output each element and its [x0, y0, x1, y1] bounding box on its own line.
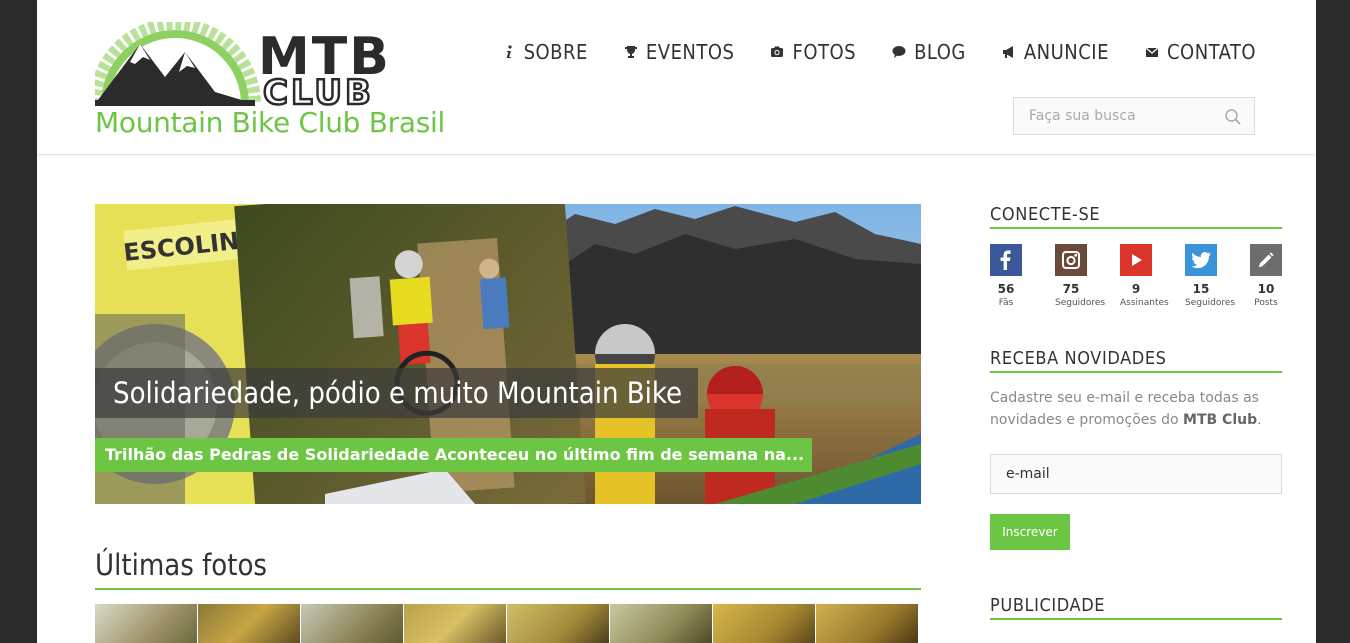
search-input[interactable] — [1014, 98, 1229, 134]
email-field[interactable] — [991, 455, 1266, 493]
photo-thumb[interactable] — [816, 604, 919, 643]
gear-mountain-icon — [95, 22, 261, 106]
camera-icon — [771, 46, 784, 57]
newsletter-text-post: . — [1257, 412, 1262, 428]
posts-label: Posts — [1254, 298, 1278, 308]
instagram-count: 75 — [1062, 282, 1080, 296]
photo-thumb[interactable] — [95, 604, 198, 643]
latest-photos-title: Últimas fotos — [95, 542, 921, 590]
email-field-box — [990, 454, 1282, 494]
subscribe-button[interactable]: Inscrever — [990, 514, 1070, 550]
photo-thumb[interactable] — [198, 604, 301, 643]
hero-subtitle[interactable]: Trilhão das Pedras de Solidariedade Acon… — [95, 438, 813, 472]
connect-title: CONECTE-SE — [990, 200, 1282, 229]
pencil-icon[interactable] — [1250, 244, 1282, 276]
photo-thumb[interactable] — [713, 604, 816, 643]
site-header: MTB CLUB Mountain Bike Club Brasil SOBRE… — [37, 0, 1316, 155]
youtube-icon[interactable] — [1120, 244, 1152, 276]
nav-item-sobre[interactable]: SOBRE — [502, 40, 588, 64]
newsletter-title: RECEBA NOVIDADES — [990, 344, 1282, 373]
speech-bubble-icon — [892, 46, 906, 58]
trophy-icon — [624, 46, 637, 58]
youtube-count: 9 — [1131, 282, 1141, 296]
hero-title[interactable]: Solidariedade, pódio e muito Mountain Bi… — [95, 368, 699, 418]
twitter-count: 15 — [1192, 282, 1210, 296]
photo-thumb[interactable] — [507, 604, 610, 643]
envelope-icon — [1145, 47, 1159, 57]
nav-item-contato[interactable]: CONTATO — [1145, 40, 1256, 64]
hero-slider[interactable]: ESCOLINHA Solidariedade, pódio e muito M… — [95, 204, 921, 504]
ads-title: PUBLICIDADE — [990, 591, 1282, 620]
nav-item-blog[interactable]: BLOG — [892, 40, 966, 64]
twitter-icon[interactable] — [1185, 244, 1217, 276]
search-icon[interactable] — [1224, 108, 1242, 126]
photo-gallery — [95, 604, 921, 643]
photo-thumb[interactable] — [301, 604, 404, 643]
facebook-label: Fãs — [998, 298, 1014, 308]
youtube-label: Assinantes — [1120, 298, 1169, 308]
nav-item-eventos[interactable]: EVENTOS — [624, 40, 735, 64]
social-counters: 56 Fãs 75 Seguidores 9 Assinantes 15 Seg… — [990, 244, 1315, 308]
info-icon — [506, 45, 512, 58]
facebook-count: 56 — [997, 282, 1015, 296]
newsletter-brand: MTB Club — [1183, 412, 1258, 428]
main-nav: SOBRE EVENTOS FOTOS BLOG ANUNCIE CONTATO — [466, 40, 1256, 64]
social-posts[interactable]: 10 Posts — [1250, 244, 1315, 308]
newsletter-description: Cadastre seu e-mail e receba todas as no… — [990, 387, 1282, 431]
nav-label: CONTATO — [1166, 40, 1256, 64]
twitter-label: Seguidores — [1185, 298, 1236, 308]
social-twitter[interactable]: 15 Seguidores — [1185, 244, 1250, 308]
social-instagram[interactable]: 75 Seguidores — [1055, 244, 1120, 308]
nav-label: ANUNCIE — [1023, 40, 1109, 64]
nav-item-fotos[interactable]: FOTOS — [770, 40, 856, 64]
nav-label: FOTOS — [792, 40, 857, 64]
instagram-icon[interactable] — [1055, 244, 1087, 276]
logo-subtitle: Mountain Bike Club Brasil — [95, 106, 445, 139]
nav-label: BLOG — [914, 40, 966, 64]
instagram-label: Seguidores — [1055, 298, 1106, 308]
social-youtube[interactable]: 9 Assinantes — [1120, 244, 1185, 308]
nav-label: EVENTOS — [645, 40, 735, 64]
nav-item-anuncie[interactable]: ANUNCIE — [1002, 40, 1109, 64]
page: MTB CLUB Mountain Bike Club Brasil SOBRE… — [37, 0, 1316, 643]
social-facebook[interactable]: 56 Fãs — [990, 244, 1055, 308]
facebook-icon[interactable] — [990, 244, 1022, 276]
photo-thumb[interactable] — [610, 604, 713, 643]
megaphone-icon — [1002, 46, 1013, 58]
photo-thumb[interactable] — [404, 604, 507, 643]
search-box — [1013, 97, 1255, 135]
posts-count: 10 — [1257, 282, 1275, 296]
nav-label: SOBRE — [523, 40, 588, 64]
